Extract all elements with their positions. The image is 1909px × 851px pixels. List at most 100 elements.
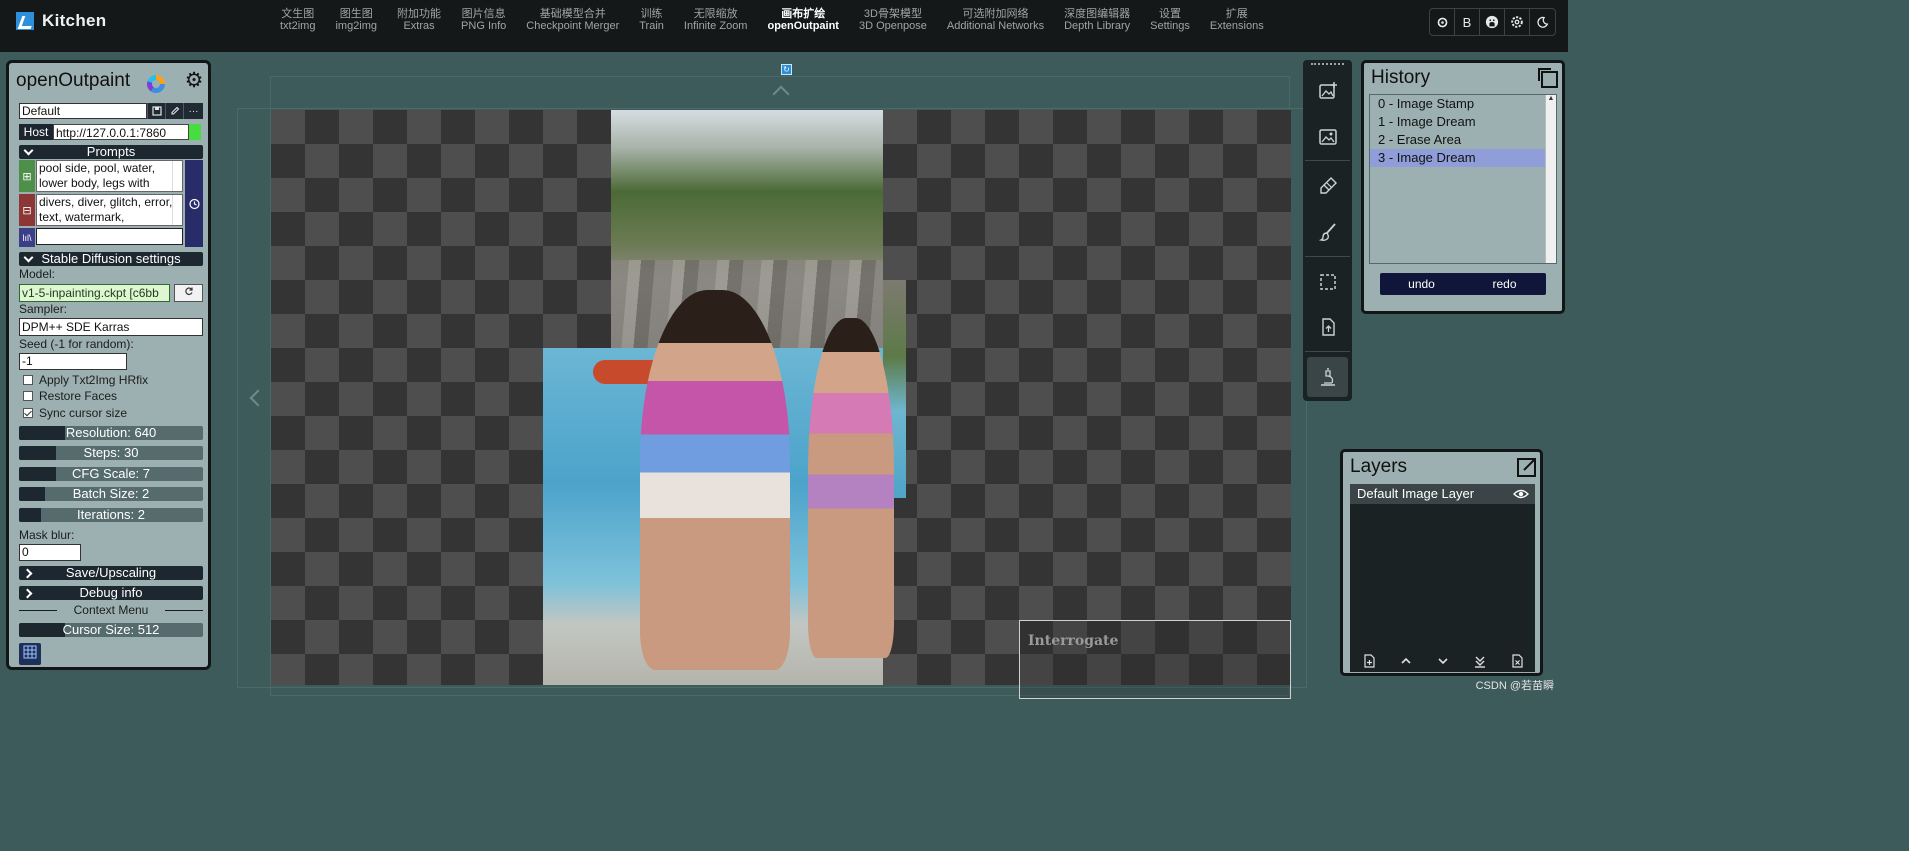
canvas-expand-up-icon[interactable] — [771, 84, 791, 98]
tab-label-zh: 扩展 — [1225, 8, 1248, 20]
model-select[interactable]: v1-5-inpainting.ckpt [c6bb — [19, 284, 170, 302]
positive-prompt-input[interactable]: pool side, pool, water, lower body, legs… — [36, 160, 183, 192]
merge-layer-down-icon[interactable] — [1471, 652, 1489, 670]
host-row: Host http://127.0.0.1:7860 — [19, 124, 203, 140]
img2img-tool-icon[interactable] — [1307, 117, 1348, 157]
iterations-slider[interactable]: Iterations: 2 — [19, 508, 203, 522]
positive-prompt-scrollbar[interactable] — [172, 161, 182, 191]
history-scrollbar[interactable]: ▲ — [1545, 95, 1556, 263]
sync-cursor-checkbox[interactable] — [23, 408, 33, 418]
settings-cog-icon[interactable] — [1430, 9, 1455, 35]
more-options-icon[interactable]: ··· — [183, 103, 203, 119]
preset-input[interactable]: Default — [19, 103, 147, 119]
tab-label-zh: 图片信息 — [461, 8, 506, 20]
interrogate-tool-icon[interactable] — [1307, 357, 1348, 397]
tab-txt2img[interactable]: 文生图 txt2img — [270, 8, 325, 32]
color-brush-tool-icon[interactable] — [1307, 212, 1348, 252]
history-item[interactable]: 2 - Erase Area — [1370, 131, 1556, 149]
history-item[interactable]: 0 - Image Stamp — [1370, 95, 1556, 113]
layers-expand-icon[interactable] — [1516, 456, 1538, 478]
resolution-slider[interactable]: Resolution: 640 — [19, 426, 203, 440]
host-input[interactable]: http://127.0.0.1:7860 — [53, 124, 189, 140]
style-input[interactable] — [36, 228, 183, 245]
canvas-top-handle-icon[interactable]: ↻ — [781, 64, 792, 75]
undo-button[interactable]: undo — [1380, 273, 1463, 295]
delete-layer-icon[interactable] — [1508, 652, 1526, 670]
seed-input[interactable]: -1 — [19, 353, 127, 370]
hrfix-checkbox-row[interactable]: Apply Txt2Img HRfix — [23, 373, 148, 387]
stamp-image-tool-icon[interactable] — [1307, 307, 1348, 347]
save-preset-icon[interactable] — [147, 103, 165, 119]
tab-img2img[interactable]: 图生图 img2img — [325, 8, 387, 32]
layer-item[interactable]: Default Image Layer — [1350, 484, 1535, 504]
tab-label-en: Infinite Zoom — [683, 19, 748, 32]
restore-faces-checkbox-row[interactable]: Restore Faces — [23, 389, 117, 403]
negative-prompt-input[interactable]: divers, diver, glitch, error, text, wate… — [36, 194, 183, 226]
moon-icon[interactable] — [1530, 9, 1555, 35]
toolbar-drag-handle[interactable] — [1311, 63, 1344, 65]
tab-train[interactable]: 训练 Train — [629, 8, 674, 32]
cfg-scale-slider[interactable]: CFG Scale: 7 — [19, 467, 203, 481]
edit-preset-icon[interactable] — [165, 103, 183, 119]
tab-settings[interactable]: 设置 Settings — [1140, 8, 1200, 32]
tab-extras[interactable]: 附加功能 Extras — [387, 8, 451, 32]
batch-size-slider[interactable]: Batch Size: 2 — [19, 487, 203, 501]
tab-label-zh: 基础模型合并 — [539, 8, 606, 20]
add-layer-icon[interactable] — [1360, 652, 1378, 670]
brand[interactable]: Kitchen — [16, 10, 106, 32]
gear-icon[interactable] — [1505, 9, 1530, 35]
model-refresh-icon[interactable] — [174, 284, 203, 302]
interrogate-label: Interrogate — [1028, 633, 1119, 649]
tab-label-zh: 3D骨架模型 — [863, 8, 922, 20]
tab-additional-networks[interactable]: 可选附加网络 Additional Networks — [937, 8, 1054, 32]
tab-infinite-zoom[interactable]: 无限缩放 Infinite Zoom — [674, 8, 758, 32]
grid-toggle-icon[interactable] — [19, 643, 41, 665]
debug-info-section-toggle[interactable]: Debug info — [19, 586, 203, 600]
steps-slider[interactable]: Steps: 30 — [19, 446, 203, 460]
save-upscaling-section-toggle[interactable]: Save/Upscaling — [19, 566, 203, 580]
sync-cursor-checkbox-row[interactable]: Sync cursor size — [23, 406, 127, 420]
tab-label-zh: 画布扩绘 — [781, 8, 826, 20]
prompts-section-toggle[interactable]: Prompts — [19, 145, 203, 159]
eye-icon[interactable] — [1513, 487, 1529, 501]
b-letter-icon[interactable]: B — [1455, 9, 1480, 35]
tab-extensions[interactable]: 扩展 Extensions — [1200, 8, 1274, 32]
tab-checkpoint-merger[interactable]: 基础模型合并 Checkpoint Merger — [516, 8, 629, 32]
interrogate-box[interactable]: Interrogate — [1019, 620, 1291, 699]
canvas-expand-left-icon[interactable] — [246, 388, 262, 408]
history-minimize-icon[interactable] — [1537, 67, 1559, 89]
style-library-icon[interactable]: lıl\ — [19, 228, 35, 247]
move-layer-up-icon[interactable] — [1397, 652, 1415, 670]
prompt-history-icon[interactable] — [185, 160, 203, 247]
hrfix-checkbox[interactable] — [23, 375, 33, 385]
tab-png-info[interactable]: 图片信息 PNG Info — [451, 8, 516, 32]
github-icon[interactable] — [1480, 9, 1505, 35]
seed-label: Seed (-1 for random): — [19, 337, 134, 351]
undo-redo-bar: undo redo — [1380, 273, 1546, 295]
select-tool-icon[interactable] — [1307, 262, 1348, 302]
tab-label-en: openOutpaint — [767, 19, 839, 32]
panel-settings-gear-icon[interactable]: ⚙ — [183, 70, 205, 92]
move-layer-down-icon[interactable] — [1434, 652, 1452, 670]
tab-label-en: Checkpoint Merger — [526, 19, 620, 32]
history-item[interactable]: 1 - Image Dream — [1370, 113, 1556, 131]
kitchen-logo-icon — [16, 12, 34, 30]
sampler-select[interactable]: DPM++ SDE Karras — [19, 318, 203, 336]
mask-blur-input[interactable]: 0 — [19, 544, 81, 561]
negative-prompt-scrollbar[interactable] — [172, 195, 182, 225]
history-item[interactable]: 3 - Image Dream — [1370, 149, 1556, 167]
redo-button[interactable]: redo — [1463, 273, 1546, 295]
tab-depth-library[interactable]: 深度图编辑器 Depth Library — [1054, 8, 1140, 32]
mask-brush-tool-icon[interactable] — [1307, 166, 1348, 206]
toolbar-separator — [1305, 351, 1350, 352]
sd-settings-section-toggle[interactable]: Stable Diffusion settings — [19, 252, 203, 266]
canvas-person-left — [640, 290, 790, 670]
prompts-section-label: Prompts — [86, 144, 136, 159]
dream-tool-icon[interactable] — [1307, 71, 1348, 111]
tab-openoutpaint[interactable]: 画布扩绘 openOutpaint — [757, 8, 849, 32]
restore-faces-checkbox[interactable] — [23, 391, 33, 401]
tab-3d-openpose[interactable]: 3D骨架模型 3D Openpose — [849, 8, 937, 32]
tab-label-en: Depth Library — [1064, 19, 1131, 32]
tab-label-en: Train — [639, 19, 664, 32]
cursor-size-slider[interactable]: Cursor Size: 512 — [19, 623, 203, 637]
